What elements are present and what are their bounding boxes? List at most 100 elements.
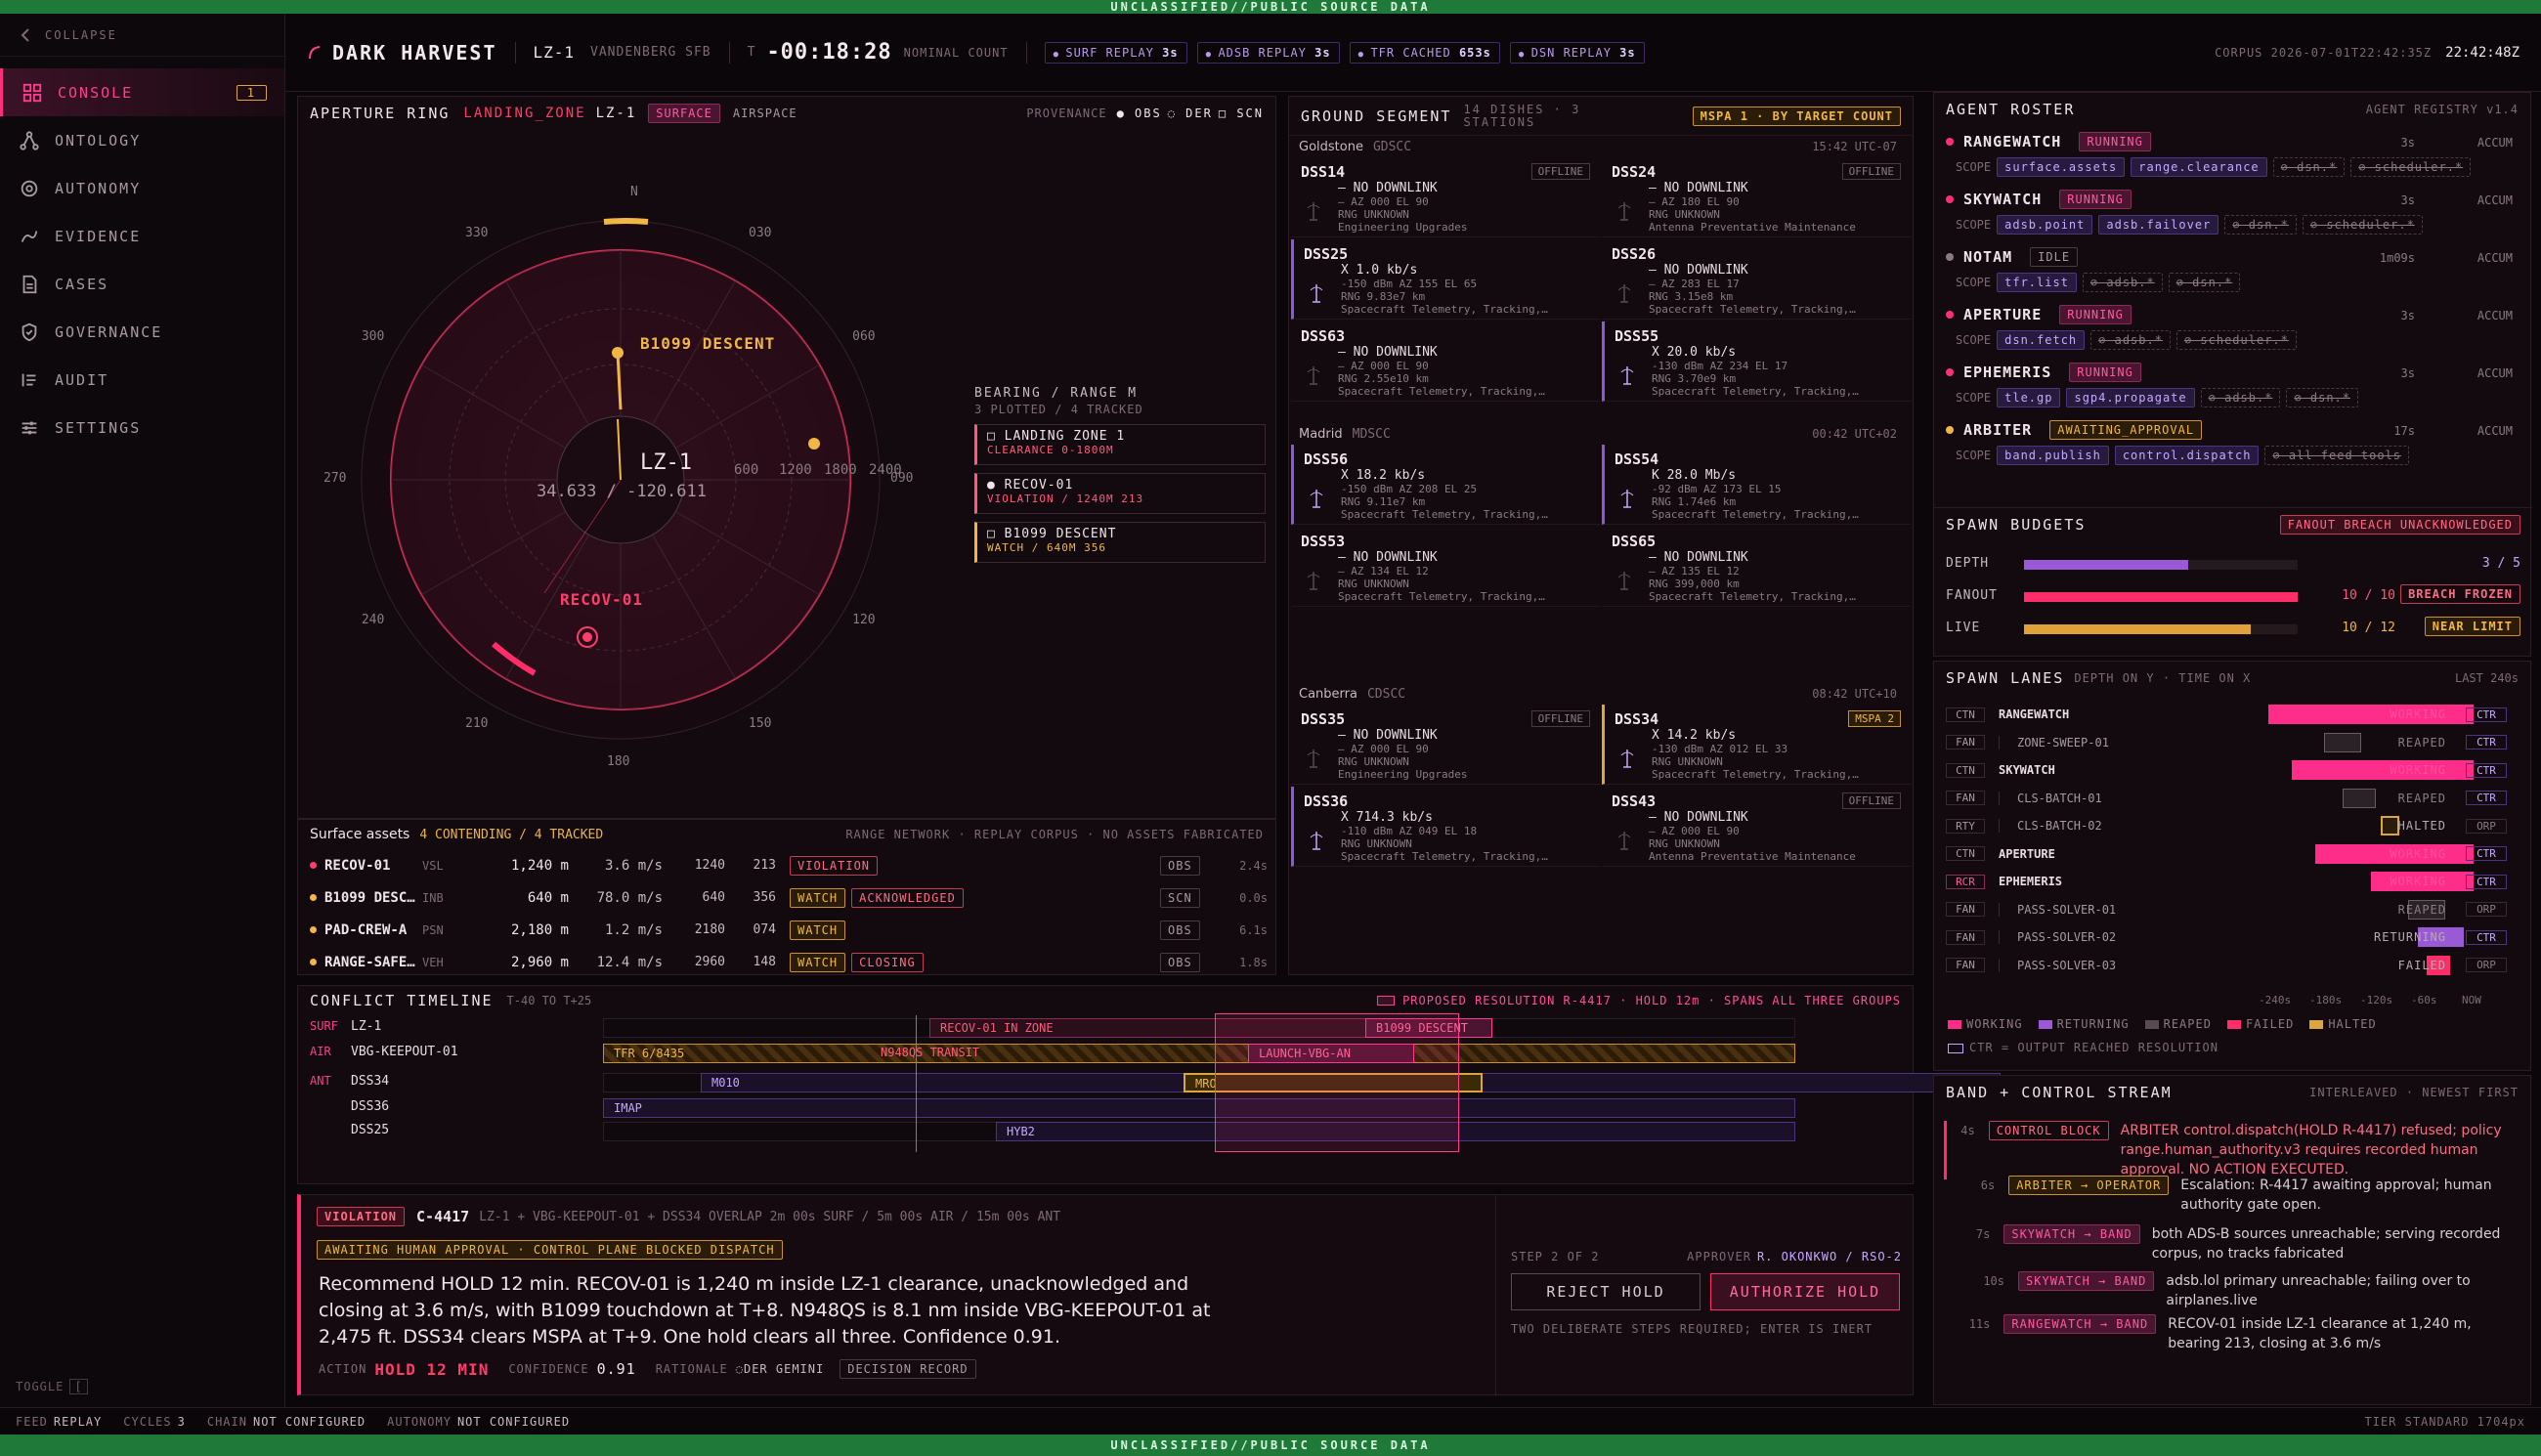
asset-speed: 1.2 m/s	[604, 921, 663, 938]
lane-row[interactable]: FAN PASS-SOLVER-02 RETURNING CTR	[1946, 923, 2513, 951]
stream-list[interactable]: 4s CONTROL BLOCK ARBITER control.dispatch(…	[1934, 1111, 2532, 1404]
lane-ctr-button[interactable]: ORP	[2466, 902, 2507, 917]
dish-card-dss24[interactable]: DSS24 OFFLINE — NO DOWNLINK — AZ 180 EL 90 R…	[1602, 157, 1911, 237]
timeline-segment-n948[interactable]: N948QS TRANSIT	[877, 1044, 1170, 1063]
station-time: 08:42 UTC+10	[1812, 687, 1897, 701]
lane-ctr-button[interactable]: CTR	[2466, 874, 2507, 889]
agent-accum: ACCUM	[2476, 309, 2513, 322]
feed-chip[interactable]: ● TFR CACHED 653s	[1349, 41, 1500, 64]
asset-row[interactable]: B1099 DESC… INB 640 m 78.0 m/s 640 356 WATCH AC…	[310, 881, 1268, 914]
sidebar-item-cases[interactable]: CASES	[0, 260, 284, 308]
asset-src-tag: SCN	[1160, 887, 1200, 908]
shield-icon	[18, 321, 41, 344]
tab-surface[interactable]: SURFACE	[648, 104, 720, 123]
prov-scn[interactable]: □ SCN	[1219, 107, 1264, 120]
agent-rangewatch[interactable]: RANGEWATCH RUNNING 3s ACCUM SCOPE surface.ass…	[1946, 132, 2513, 177]
scope-granted: tfr.list	[1997, 273, 2077, 292]
lane-ctr-button[interactable]: CTR	[2466, 791, 2507, 805]
target-item[interactable]: □ B1099 DESCENT WATCH / 640M 356	[974, 522, 1266, 563]
asset-row[interactable]: RECOV-01 VSL 1,240 m 3.6 m/s 1240 213 VIOLATIO…	[310, 849, 1268, 881]
prov-der[interactable]: ◌ DER	[1168, 107, 1213, 120]
lane-ctr-button[interactable]: CTR	[2466, 762, 2507, 778]
dish-card-dss36[interactable]: DSS36 X 714.3 kb/s -110 dBm AZ 049 EL 18 RN…	[1291, 787, 1600, 867]
provenance-label: PROVENANCE	[1026, 107, 1107, 120]
stream-item[interactable]: 6s ARBITER → OPERATOR Escalation: R-4417 a…	[1944, 1176, 2520, 1215]
sidebar-toggle[interactable]: TOGGLE [	[16, 1379, 88, 1394]
lane-row[interactable]: RTY CLS-BATCH-02 HALTED ORP	[1946, 812, 2513, 839]
agent-arbiter[interactable]: ARBITER AWAITING_APPROVAL 17s ACCUM SCOPE ban…	[1946, 420, 2513, 465]
sidebar-item-console[interactable]: CONSOLE 1	[0, 68, 284, 116]
lane-row[interactable]: FAN PASS-SOLVER-03 FAILED ORP	[1946, 952, 2513, 979]
lane-ctr-button[interactable]: ORP	[2466, 818, 2507, 834]
agent-skywatch[interactable]: SKYWATCH RUNNING 3s ACCUM SCOPE adsb.point ads…	[1946, 190, 2513, 235]
sidebar-item-ontology[interactable]: ONTOLOGY	[0, 116, 284, 164]
dish-card-dss14[interactable]: DSS14 OFFLINE — NO DOWNLINK — AZ 000 EL 90 R…	[1291, 157, 1600, 237]
sidebar-item-autonomy[interactable]: AUTONOMY	[0, 164, 284, 212]
lane-ctr-button[interactable]: ORP	[2466, 958, 2507, 972]
feed-chip[interactable]: ● SURF REPLAY 3s	[1044, 41, 1187, 64]
asset-b: 213	[753, 858, 776, 873]
dish-card-dss56[interactable]: DSS56 X 18.2 kb/s -150 dBm AZ 208 EL 25 RNG…	[1291, 445, 1600, 525]
authorize-hold-button[interactable]: AUTHORIZE HOLD	[1710, 1273, 1900, 1310]
dish-pointing: -92 dBm AZ 173 EL 15	[1652, 483, 1782, 495]
scope-label: SCOPE	[1956, 333, 1992, 347]
timeline-segment-tfr[interactable]: TFR 6/8435	[603, 1044, 1795, 1063]
lane-row[interactable]: FAN ZONE-SWEEP-01 REAPED CTR	[1946, 729, 2513, 756]
lane-row[interactable]: CTN SKYWATCH WORKING CTR	[1946, 756, 2513, 784]
dish-card-dss26[interactable]: DSS26— NO DOWNLINK — AZ 283 EL 17 RNG 3.15…	[1602, 239, 1911, 320]
dish-card-dss54[interactable]: DSS54 K 28.0 Mb/s -92 dBm AZ 173 EL 15 RNG …	[1602, 445, 1911, 525]
lane-row[interactable]: FAN CLS-BATCH-01 REAPED CTR	[1946, 785, 2513, 812]
timeline-group: AIR	[310, 1045, 331, 1058]
agent-notam[interactable]: NOTAM IDLE 1m09s ACCUM SCOPE tfr.list ⊘ adsb.*…	[1946, 247, 2513, 292]
collapse-button[interactable]: COLLAPSE	[0, 14, 284, 57]
dish-card-dss65[interactable]: DSS65— NO DOWNLINK — AZ 135 EL 12 RNG 399,…	[1602, 527, 1911, 607]
confidence-value: 0.91	[596, 1360, 636, 1378]
stream-item[interactable]: 11s RANGEWATCH → BAND RECOV-01 inside LZ-1…	[1944, 1314, 2520, 1353]
agent-aperture[interactable]: APERTURE RUNNING 3s ACCUM SCOPE dsn.fetch ⊘ ad…	[1946, 305, 2513, 350]
stream-item[interactable]: 4s CONTROL BLOCK ARBITER control.dispatch(…	[1944, 1121, 2520, 1179]
feed-chip[interactable]: ● DSN REPLAY 3s	[1509, 41, 1645, 64]
contact-b1099[interactable]: B1099 DESCENT	[640, 334, 775, 353]
target-item[interactable]: □ LANDING ZONE 1 CLEARANCE 0-1800M	[974, 424, 1266, 465]
reject-hold-button[interactable]: REJECT HOLD	[1511, 1273, 1701, 1310]
dish-card-dss53[interactable]: DSS53— NO DOWNLINK — AZ 134 EL 12 RNG UNKN…	[1291, 527, 1600, 607]
timeline-row-label: DSS36	[310, 1099, 389, 1114]
stream-item[interactable]: 7s SKYWATCH → BAND both ADS-B sources unre…	[1944, 1224, 2520, 1263]
asset-row[interactable]: RANGE-SAFE… VEH 2,960 m 12.4 m/s 2960 148 WATC…	[310, 946, 1268, 978]
lane-state: HALTED	[2397, 819, 2446, 833]
dish-card-dss55[interactable]: DSS55 X 20.0 kb/s -130 dBm AZ 234 EL 17 RNG…	[1602, 321, 1911, 402]
dish-card-dss35[interactable]: DSS35 OFFLINE — NO DOWNLINK — AZ 000 EL 90 R…	[1291, 705, 1600, 785]
decision-record-button[interactable]: DECISION RECORD	[840, 1359, 976, 1379]
lane-row[interactable]: CTN APERTURE WORKING CTR	[1946, 840, 2513, 868]
cycles-value: 3	[177, 1414, 186, 1429]
asset-r: 640	[702, 890, 725, 905]
lane-ctr-button[interactable]: CTR	[2466, 735, 2507, 749]
lane-row[interactable]: RCR EPHEMERIS WORKING CTR	[1946, 868, 2513, 895]
dish-card-dss43[interactable]: DSS43 OFFLINE — NO DOWNLINK — AZ 000 EL 90 R…	[1602, 787, 1911, 867]
sidebar-item-governance[interactable]: GOVERNANCE	[0, 308, 284, 356]
sidebar-item-audit[interactable]: AUDIT	[0, 356, 284, 404]
asset-row[interactable]: PAD-CREW-A PSN 2,180 m 1.2 m/s 2180 074 WATCH O…	[310, 914, 1268, 946]
lane-ctr-button[interactable]: CTR	[2466, 707, 2507, 722]
lane-row[interactable]: CTN RANGEWATCH WORKING CTR	[1946, 701, 2513, 728]
stream-item[interactable]: 10s SKYWATCH → BAND adsb.lol primary unrea…	[1944, 1271, 2520, 1310]
budget-flag: BREACH FROZEN	[2400, 584, 2520, 604]
target-item[interactable]: ● RECOV-01 VIOLATION / 1240M 213	[974, 473, 1266, 514]
dish-card-dss34[interactable]: DSS34 MSPA 2X 14.2 kb/s -130 dBm AZ 012 EL…	[1602, 705, 1911, 785]
tab-airspace[interactable]: AIRSPACE	[726, 105, 804, 122]
agent-ephemeris[interactable]: EPHEMERIS RUNNING 3s ACCUM SCOPE tle.gp sgp4.p…	[1946, 363, 2513, 407]
prov-obs[interactable]: ● OBS	[1117, 107, 1162, 120]
dish-card-dss25[interactable]: DSS25 X 1.0 kb/s -150 dBm AZ 155 EL 65 RNG …	[1291, 239, 1600, 320]
contact-recov01[interactable]: RECOV-01	[560, 590, 643, 609]
lane-ctr-button[interactable]: CTR	[2466, 846, 2507, 861]
timeline-segment-imap[interactable]: IMAP	[603, 1098, 1795, 1118]
aperture-title: APERTURE RING	[310, 105, 451, 122]
lane-row[interactable]: FAN PASS-SOLVER-01 REAPED ORP	[1946, 896, 2513, 923]
target-row: ● RECOV-01	[987, 478, 1255, 492]
feed-chip[interactable]: ● ADSB REPLAY 3s	[1196, 41, 1340, 64]
sidebar-item-evidence[interactable]: EVIDENCE	[0, 212, 284, 260]
dish-card-dss63[interactable]: DSS63— NO DOWNLINK — AZ 000 EL 90 RNG 2.55…	[1291, 321, 1600, 402]
sidebar-item-settings[interactable]: SETTINGS	[0, 404, 284, 451]
lane-ctr-button[interactable]: CTR	[2466, 929, 2507, 945]
dish-activity: Spacecraft Telemetry, Tracking,…	[1652, 508, 1859, 521]
